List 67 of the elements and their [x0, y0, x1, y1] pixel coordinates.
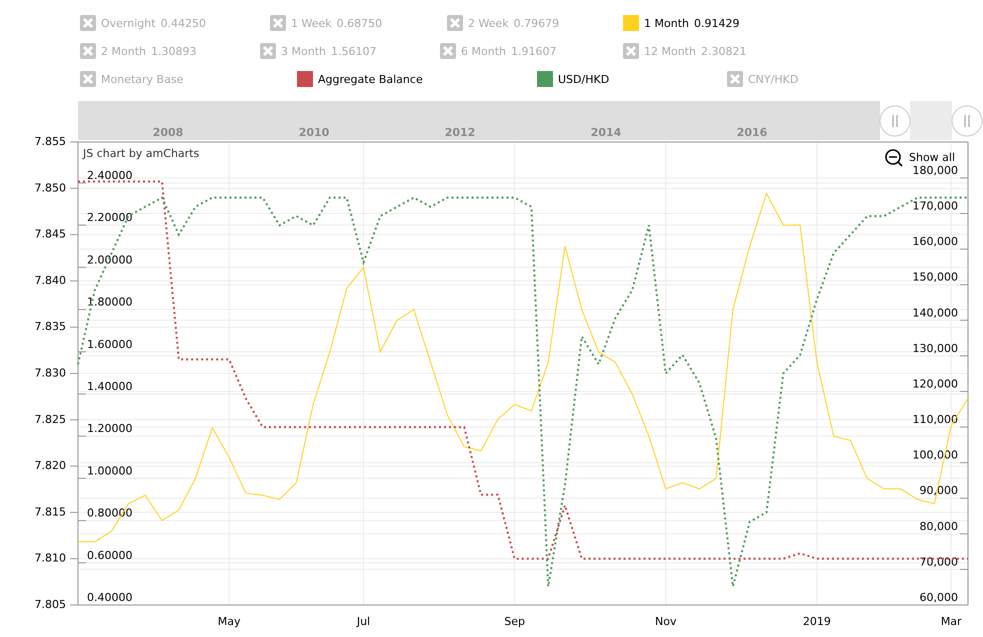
credit-link[interactable]: JS chart by amCharts — [83, 147, 200, 160]
axis-tick-label: May — [218, 615, 240, 628]
axis-tick-label: 80,000 — [920, 520, 958, 533]
axis-tick-label: 1.00000 — [87, 464, 132, 478]
legend-item[interactable]: Overnight 0.44250 — [80, 15, 206, 31]
axis-tick-label: 2.20000 — [87, 211, 132, 224]
axis-tick-label: 7.830 — [34, 366, 66, 380]
hidden-x-icon — [727, 71, 743, 87]
axis-tick-label: 130,000 — [912, 342, 958, 355]
axis-tick-label: 0.40000 — [87, 591, 132, 604]
legend-item[interactable]: 6 Month 1.91607 — [440, 43, 556, 59]
legend-item[interactable]: Monetary Base — [80, 71, 184, 87]
axis-tick-label: 7.845 — [34, 228, 66, 241]
axis-tick-label: 2019 — [802, 615, 831, 628]
axis-tick-label: 1.60000 — [87, 338, 132, 351]
axis-tick-label: Mar — [940, 615, 962, 628]
legend-item[interactable]: 3 Month 1.56107 — [260, 43, 376, 59]
axis-tick-label: 7.850 — [34, 181, 66, 194]
axis-tick-label: Jul — [356, 615, 370, 628]
axis-tick-label: 0.60000 — [87, 548, 132, 562]
legend-item[interactable]: 1 Week 0.68750 — [270, 15, 382, 31]
year-label: 2012 — [444, 126, 476, 139]
axis-tick-label: 1.20000 — [87, 422, 132, 436]
hidden-x-icon — [260, 43, 276, 59]
axis-tick-label: 170,000 — [912, 200, 958, 213]
scrollbar-handle[interactable] — [952, 106, 982, 136]
axis-tick-label: 60,000 — [920, 591, 958, 604]
axis-tick-label: 120,000 — [912, 377, 958, 390]
axis-tick-label: 160,000 — [912, 235, 958, 248]
legend-item[interactable]: USD/HKD — [537, 71, 610, 87]
axis-tick-label: Nov — [655, 615, 676, 628]
axis-tick-label: 7.810 — [34, 552, 66, 565]
hidden-x-icon — [270, 15, 286, 31]
hidden-x-icon — [440, 43, 456, 59]
hidden-x-icon — [80, 71, 96, 87]
scrollbar-handle[interactable] — [880, 106, 910, 136]
legend-item[interactable]: 1 Month 0.91429 — [623, 15, 740, 31]
legend-item[interactable]: 12 Month 2.30821 — [623, 43, 746, 59]
axis-tick-label: 7.820 — [34, 459, 66, 472]
zoom-out-icon — [885, 149, 903, 167]
legend-item[interactable]: CNY/HKD — [727, 71, 798, 87]
legend-item[interactable]: 2 Week 0.79679 — [447, 15, 560, 31]
hidden-x-icon — [447, 15, 463, 31]
scrollbar-selection[interactable] — [910, 101, 952, 140]
legend-item[interactable]: 2 Month 1.30893 — [80, 43, 196, 59]
hidden-x-icon — [80, 43, 96, 59]
axis-tick-label: 7.855 — [34, 135, 66, 148]
axis-tick-label: 7.805 — [34, 598, 66, 612]
axis-tick-label: 7.835 — [34, 320, 66, 334]
hidden-x-icon — [623, 43, 639, 59]
year-label: 2014 — [590, 126, 622, 139]
axis-tick-label: 7.840 — [34, 274, 66, 287]
axis-tick-label: 2.00000 — [87, 253, 132, 266]
axis-tick-label: 7.815 — [34, 505, 66, 518]
axis-tick-label: 2.40000 — [87, 168, 132, 182]
axis-tick-label: 1.40000 — [87, 380, 132, 393]
axis-tick-label: 140,000 — [912, 306, 958, 320]
scrollbar-track[interactable] — [78, 101, 880, 140]
year-label: 2010 — [298, 126, 330, 139]
axis-tick-label: 150,000 — [912, 270, 958, 284]
hidden-x-icon — [80, 15, 96, 31]
axis-tick-label: 1.80000 — [87, 296, 132, 309]
axis-tick-label: 7.825 — [34, 412, 66, 426]
legend-item[interactable]: Aggregate Balance — [297, 71, 423, 87]
axis-tick-label: Sep — [504, 615, 525, 628]
year-label: 2016 — [736, 126, 768, 139]
year-label: 2008 — [152, 126, 184, 139]
